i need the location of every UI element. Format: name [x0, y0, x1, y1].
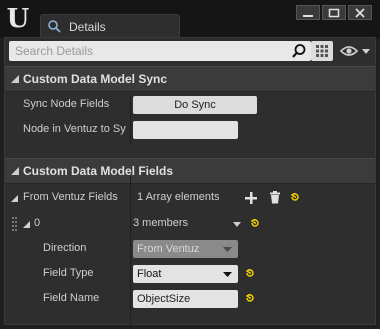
node-in-ventuz-row: Node in Ventuz to Sy — [5, 119, 375, 141]
maximize-icon — [328, 8, 340, 18]
tab-details[interactable]: Details — [40, 14, 180, 38]
eye-icon — [339, 46, 370, 56]
node-in-ventuz-label: Node in Ventuz to Sy — [23, 123, 126, 135]
search-input[interactable] — [9, 41, 281, 61]
column-divider[interactable] — [130, 94, 131, 146]
close-icon — [355, 8, 365, 18]
plus-icon[interactable] — [245, 192, 257, 204]
chevron-down-icon — [223, 247, 232, 252]
direction-dropdown: From Ventuz — [133, 240, 238, 258]
section-title: Custom Data Model Fields — [23, 164, 174, 178]
sync-node-fields-label: Sync Node Fields — [23, 98, 110, 110]
reset-arrow-icon[interactable] — [245, 269, 255, 278]
view-options-button[interactable] — [311, 41, 333, 61]
direction-label: Direction — [43, 242, 87, 254]
from-ventuz-fields-label: From Ventuz Fields — [23, 191, 118, 203]
field-type-label: Field Type — [43, 267, 94, 279]
sync-node-fields-row: Sync Node Fields Do Sync — [5, 94, 375, 116]
unreal-logo-icon: U — [6, 4, 30, 34]
from-ventuz-fields-row: From Ventuz Fields 1 Array elements — [5, 187, 375, 209]
collapse-triangle-icon[interactable] — [11, 195, 18, 202]
chevron-down-icon[interactable] — [233, 222, 241, 227]
drag-handle-icon[interactable] — [12, 217, 18, 231]
trash-icon[interactable] — [269, 191, 281, 204]
direction-row: Direction From Ventuz — [5, 238, 375, 260]
close-button[interactable] — [348, 5, 372, 20]
node-in-ventuz-field[interactable] — [133, 121, 238, 139]
field-name-label: Field Name — [43, 292, 100, 304]
collapse-triangle-icon — [11, 167, 19, 175]
title-bar: U Details — [0, 0, 380, 38]
do-sync-button[interactable]: Do Sync — [133, 96, 257, 114]
minimize-icon — [303, 15, 313, 17]
collapse-triangle-icon[interactable] — [23, 221, 30, 228]
array-element-row: 0 3 members — [5, 213, 375, 235]
visibility-button[interactable] — [339, 41, 373, 61]
field-type-value: Float — [137, 268, 162, 280]
section-header-data-model-fields[interactable]: Custom Data Model Fields — [5, 158, 375, 184]
collapse-triangle-icon — [11, 75, 19, 83]
direction-value: From Ventuz — [137, 243, 200, 255]
details-panel: Custom Data Model Sync Sync Node Fields … — [4, 37, 376, 326]
chevron-down-icon — [223, 272, 232, 277]
search-icon[interactable] — [291, 43, 307, 59]
field-type-row: Field Type Float — [5, 263, 375, 285]
element-index: 0 — [34, 217, 41, 229]
section-title: Custom Data Model Sync — [23, 72, 168, 86]
maximize-button[interactable] — [322, 5, 346, 20]
reset-arrow-icon[interactable] — [245, 294, 255, 303]
column-divider[interactable] — [130, 176, 131, 326]
field-name-row: Field Name ObjectSize — [5, 288, 375, 310]
reset-arrow-icon[interactable] — [290, 193, 300, 202]
minimize-button[interactable] — [296, 5, 320, 20]
details-icon — [48, 20, 61, 33]
grid-icon — [316, 45, 328, 57]
array-count: 1 Array elements — [137, 191, 220, 203]
search-bar — [9, 41, 311, 61]
element-members: 3 members — [133, 217, 189, 229]
field-type-dropdown[interactable]: Float — [133, 265, 238, 283]
field-name-input[interactable]: ObjectSize — [133, 290, 238, 308]
tab-label: Details — [69, 20, 106, 34]
section-header-data-model-sync[interactable]: Custom Data Model Sync — [5, 66, 375, 92]
reset-arrow-icon[interactable] — [250, 219, 260, 228]
window-controls — [294, 5, 372, 21]
